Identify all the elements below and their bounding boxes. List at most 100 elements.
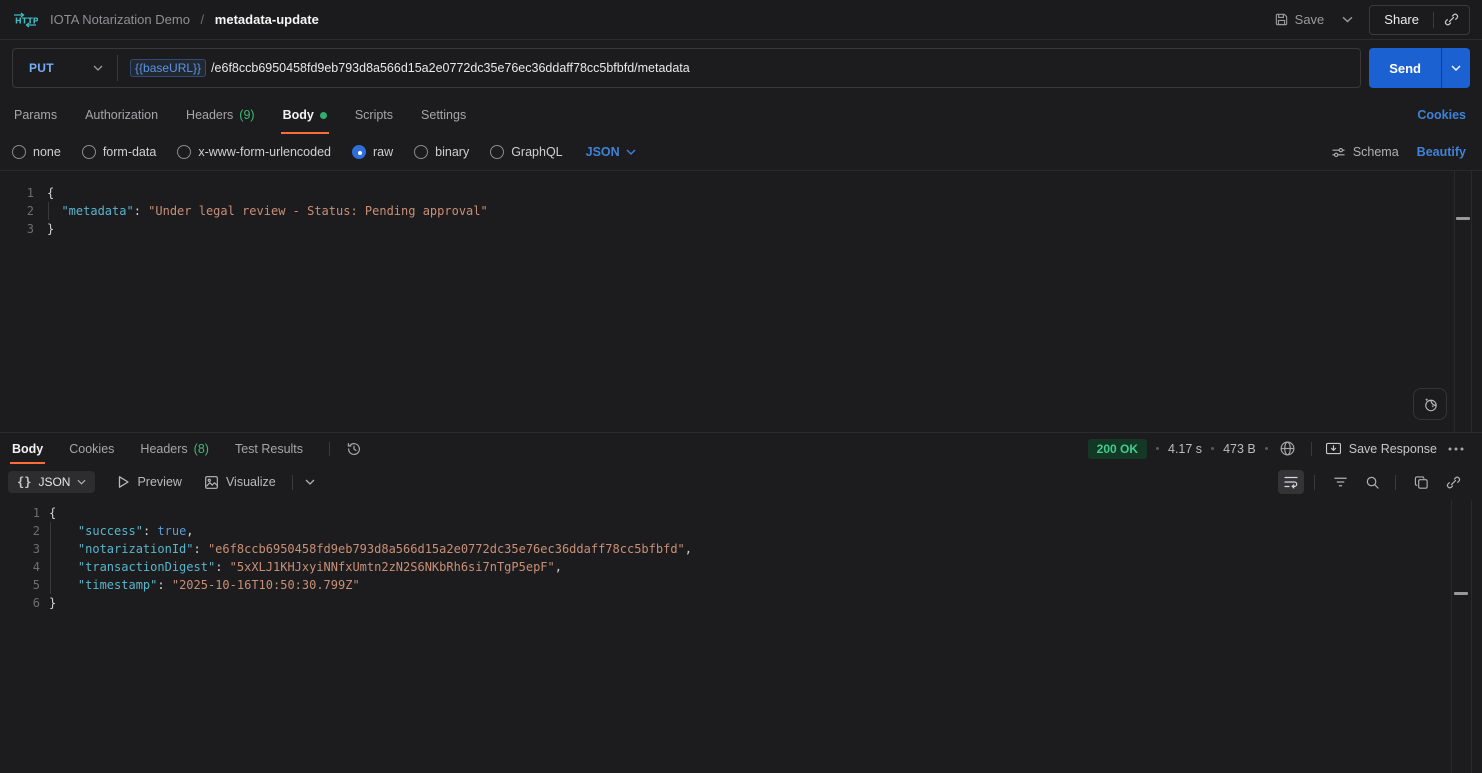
save-button[interactable]: Save [1272, 8, 1327, 31]
body-type-row: none form-data x-www-form-urlencoded raw bin… [0, 134, 1482, 170]
tab-settings[interactable]: Settings [419, 96, 468, 134]
response-history-button[interactable] [344, 439, 364, 459]
send-options-chevron-icon[interactable] [1442, 48, 1470, 88]
response-tab-headers[interactable]: Headers(8) [138, 433, 211, 464]
line-number: 3 [0, 540, 40, 558]
history-clock-icon [346, 441, 362, 457]
status-badge[interactable]: 200 OK [1088, 439, 1147, 459]
body-modified-dot [320, 112, 327, 119]
language-chevron-icon [626, 149, 636, 155]
response-tab-body[interactable]: Body [10, 433, 45, 464]
radio-icon [414, 145, 428, 159]
tab-label: Body [12, 442, 43, 456]
save-options-chevron-icon[interactable] [1336, 12, 1359, 27]
filter-button[interactable] [1327, 470, 1353, 494]
tab-scripts[interactable]: Scripts [353, 96, 395, 134]
send-button[interactable]: Send [1369, 48, 1441, 88]
code-line: 2 "success": true, [0, 522, 1482, 540]
meta-separator-dot [1156, 447, 1159, 450]
tab-label: Settings [421, 108, 466, 122]
radio-label: binary [435, 145, 469, 159]
response-scrollbar-rail [1451, 500, 1452, 773]
save-response-button[interactable]: Save Response [1325, 442, 1437, 456]
body-language-select[interactable]: JSON [586, 145, 636, 159]
meta-separator-dot [1211, 447, 1214, 450]
toolbar-divider [292, 475, 293, 490]
cookies-link[interactable]: Cookies [1417, 108, 1466, 122]
postbot-sparkle-icon [1422, 396, 1439, 413]
tab-label: Headers [186, 108, 233, 122]
response-header-divider [329, 442, 330, 456]
response-tabs: Body Cookies Headers(8) Test Results [10, 433, 327, 464]
response-size[interactable]: 473 B [1223, 442, 1256, 456]
request-tabs-row: Params Authorization Headers (9) Body Scripts… [0, 96, 1482, 134]
tab-headers[interactable]: Headers (9) [184, 96, 257, 134]
line-number: 4 [0, 558, 40, 576]
response-tab-test-results[interactable]: Test Results [233, 433, 305, 464]
radio-label: none [33, 145, 61, 159]
line-number: 1 [0, 504, 40, 522]
breadcrumb-request-name[interactable]: metadata-update [215, 12, 319, 27]
body-type-x-www-form-urlencoded[interactable]: x-www-form-urlencoded [177, 145, 331, 159]
body-type-radios: none form-data x-www-form-urlencoded raw bin… [12, 134, 584, 170]
tab-count-badge: (9) [239, 108, 254, 122]
body-type-form-data[interactable]: form-data [82, 145, 157, 159]
preview-button[interactable]: Preview [117, 475, 181, 489]
url-input[interactable]: {{baseURL}} /e6f8ccb6950458fd9eb793d8a56… [118, 59, 1360, 77]
visualize-label: Visualize [226, 475, 276, 489]
response-tab-cookies[interactable]: Cookies [67, 433, 116, 464]
tab-body[interactable]: Body [281, 96, 329, 134]
radio-icon [352, 145, 366, 159]
body-type-none[interactable]: none [12, 145, 61, 159]
indent-guide [50, 522, 51, 540]
search-button[interactable] [1359, 470, 1385, 494]
tab-label: Test Results [235, 442, 303, 456]
method-selector[interactable]: PUT [13, 61, 117, 75]
copy-button[interactable] [1408, 470, 1434, 494]
toolbar-divider [1314, 475, 1315, 490]
tab-params[interactable]: Params [12, 96, 59, 134]
body-type-graphql[interactable]: GraphQL [490, 145, 562, 159]
response-toolbar: {} JSON Preview Visualize [0, 464, 1482, 500]
save-response-icon [1325, 442, 1342, 455]
tab-label: Cookies [69, 442, 114, 456]
response-more-options-button[interactable] [1446, 445, 1466, 453]
share-button[interactable]: Share [1370, 6, 1433, 34]
radio-icon [82, 145, 96, 159]
preview-label: Preview [137, 475, 181, 489]
code-line: 1{ [0, 184, 1482, 202]
line-number: 2 [0, 522, 40, 540]
radio-icon [490, 145, 504, 159]
response-meta: 200 OK 4.17 s 473 B Save Response [1088, 438, 1466, 459]
copy-icon [1414, 475, 1429, 490]
beautify-button[interactable]: Beautify [1417, 145, 1466, 159]
schema-label: Schema [1353, 145, 1399, 159]
response-time[interactable]: 4.17 s [1168, 442, 1202, 456]
method-label: PUT [29, 61, 54, 75]
request-url-row: PUT {{baseURL}} /e6f8ccb6950458fd9eb793d… [0, 40, 1482, 96]
visualize-options-chevron[interactable] [303, 477, 317, 487]
visualize-button[interactable]: Visualize [204, 475, 276, 490]
response-link-button[interactable] [1440, 470, 1466, 494]
network-info-button[interactable] [1277, 438, 1298, 459]
postbot-button[interactable] [1413, 388, 1447, 420]
code-line: 5 "timestamp": "2025-10-16T10:50:30.799Z… [0, 576, 1482, 594]
radio-icon [177, 145, 191, 159]
save-response-label: Save Response [1349, 442, 1437, 456]
response-format-select[interactable]: {} JSON [8, 471, 95, 493]
radio-label: GraphQL [511, 145, 562, 159]
response-body-editor[interactable]: 1{2 "success": true,3 "notarizationId": … [0, 500, 1482, 773]
radio-label: form-data [103, 145, 157, 159]
copy-link-button[interactable] [1434, 6, 1469, 34]
wrap-text-button[interactable] [1278, 470, 1304, 494]
request-body-editor[interactable]: 1{2 "metadata": "Under legal review - St… [0, 170, 1482, 432]
editor-scrollbar-mark[interactable] [1456, 217, 1470, 220]
tab-label: Scripts [355, 108, 393, 122]
breadcrumb-collection[interactable]: IOTA Notarization Demo [50, 12, 190, 27]
schema-button[interactable]: Schema [1331, 145, 1399, 159]
body-type-binary[interactable]: binary [414, 145, 469, 159]
tab-authorization[interactable]: Authorization [83, 96, 160, 134]
body-type-raw[interactable]: raw [352, 145, 393, 159]
response-scrollbar-mark[interactable] [1454, 592, 1468, 595]
base-url-variable[interactable]: {{baseURL}} [130, 59, 206, 77]
